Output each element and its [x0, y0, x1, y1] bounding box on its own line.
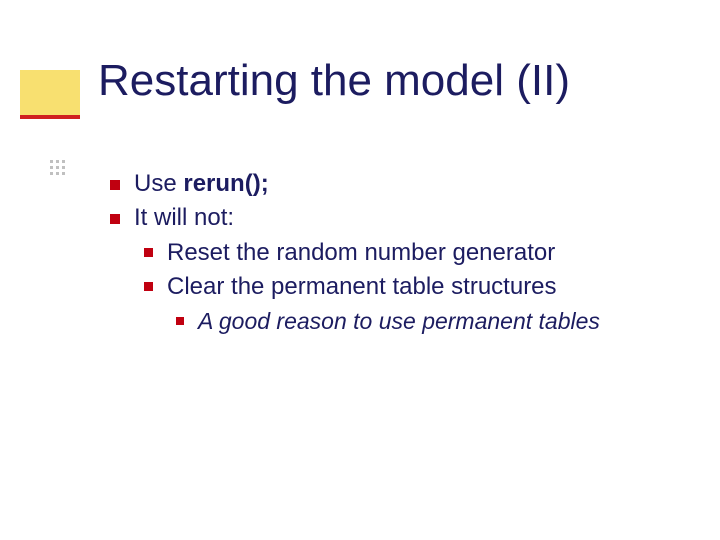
- bullet-icon: [110, 214, 120, 224]
- list-item: A good reason to use permanent tables: [176, 306, 690, 337]
- list-item: It will not:: [110, 202, 690, 234]
- list-item: Use rerun();: [110, 168, 690, 200]
- bullet-text: A good reason to use permanent tables: [198, 306, 690, 337]
- bullet-icon: [144, 248, 153, 257]
- bullet-text: Clear the permanent table structures: [167, 271, 690, 303]
- bullet-icon: [176, 317, 184, 325]
- slide: Restarting the model (II) Use rerun(); I…: [0, 0, 720, 540]
- bullet-text: Use rerun();: [134, 168, 690, 200]
- slide-title: Restarting the model (II): [98, 56, 570, 106]
- text-segment: Use: [134, 170, 183, 197]
- slide-body: Use rerun(); It will not: Reset the rand…: [110, 168, 690, 339]
- list-item: Clear the permanent table structures: [144, 271, 690, 303]
- bullet-text: It will not:: [134, 202, 690, 234]
- decorative-dot-grid: [50, 160, 65, 175]
- title-accent-block: [20, 70, 80, 115]
- code-keyword: rerun();: [183, 170, 268, 197]
- slide-title-text: Restarting the model (II): [98, 56, 570, 105]
- bullet-icon: [110, 180, 120, 190]
- list-item: Reset the random number generator: [144, 237, 690, 269]
- bullet-text: Reset the random number generator: [167, 237, 690, 269]
- title-accent-underline: [20, 115, 80, 119]
- bullet-icon: [144, 282, 153, 291]
